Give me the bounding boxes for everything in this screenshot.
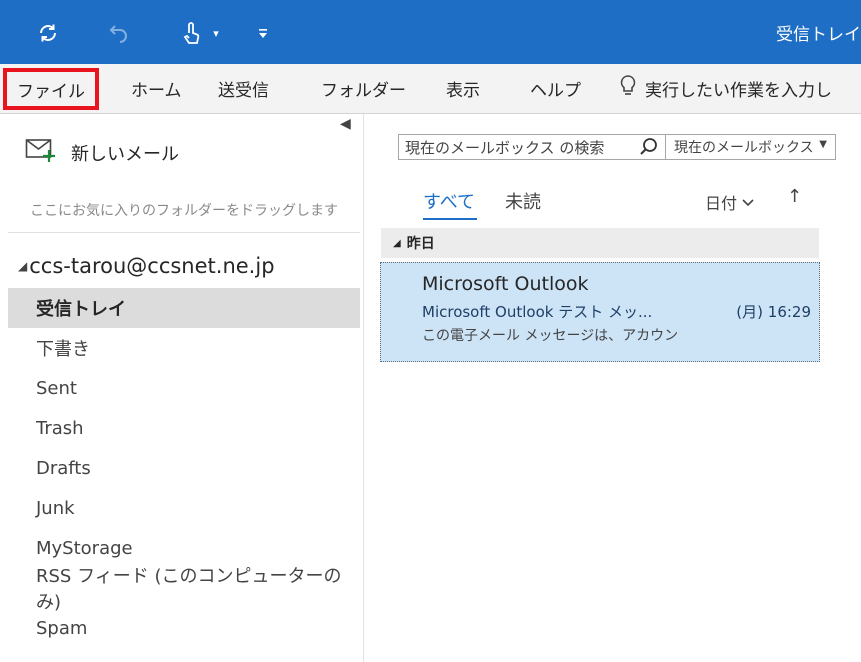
touch-mode-icon[interactable] <box>176 16 206 50</box>
search-icon[interactable] <box>639 137 659 161</box>
tab-unread[interactable]: 未読 <box>505 188 541 214</box>
chevron-down-icon <box>741 193 755 212</box>
group-header-yesterday[interactable]: ◢ 昨日 <box>381 228 819 258</box>
new-mail-icon <box>25 136 57 169</box>
active-tab-indicator <box>423 218 477 220</box>
tab-view[interactable]: 表示 <box>446 76 480 101</box>
dropdown-arrow-icon[interactable]: ▾ <box>208 16 224 50</box>
ribbon-tabs: ファイル ホーム 送受信 フォルダー 表示 ヘルプ 実行したい作業を入力し <box>0 64 861 114</box>
undo-icon[interactable] <box>104 16 134 50</box>
new-mail-button[interactable]: 新しいメール <box>25 136 179 169</box>
message-subject: Microsoft Outlook テスト メッ... <box>422 303 653 321</box>
search-box[interactable]: 現在のメールボックス の検索 <box>398 134 666 160</box>
collapse-triangle-icon: ◢ <box>393 237 401 249</box>
folder-junk[interactable]: Junk <box>8 488 360 528</box>
search-scope-dropdown[interactable]: 現在のメールボックス ▼ <box>666 134 836 160</box>
tell-me-text: 実行したい作業を入力し <box>645 81 832 101</box>
group-label: 昨日 <box>406 236 435 252</box>
scope-label: 現在のメールボックス <box>674 140 814 156</box>
tab-file[interactable]: ファイル <box>3 68 99 110</box>
search-placeholder: 現在のメールボックス の検索 <box>405 138 605 157</box>
message-item[interactable]: Microsoft Outlook Microsoft Outlook テスト … <box>380 262 820 362</box>
message-preview: この電子メール メッセージは、アカウン <box>422 328 679 344</box>
tell-me-box[interactable]: 実行したい作業を入力し <box>619 74 832 103</box>
divider <box>8 232 360 233</box>
sort-by-dropdown[interactable]: 日付 <box>705 190 755 214</box>
sort-label: 日付 <box>705 194 738 213</box>
folder-rss[interactable]: RSS フィード (このコンピューターのみ) <box>8 566 360 613</box>
message-list-pane: 現在のメールボックス の検索 現在のメールボックス ▼ すべて 未読 日付 ↑ … <box>365 114 861 662</box>
new-mail-label: 新しいメール <box>71 143 179 165</box>
message-sender: Microsoft Outlook <box>422 273 589 295</box>
folder-inbox[interactable]: 受信トレイ <box>8 288 360 328</box>
account-name: ccs-tarou@ccsnet.ne.jp <box>29 254 275 278</box>
sync-icon[interactable] <box>30 16 66 50</box>
tab-home[interactable]: ホーム <box>131 76 182 101</box>
account-header[interactable]: ◢ ccs-tarou@ccsnet.ne.jp <box>18 254 275 278</box>
collapse-pane-icon[interactable]: ◀ <box>340 116 351 132</box>
tab-all[interactable]: すべて <box>423 188 475 214</box>
sort-direction-arrow-icon[interactable]: ↑ <box>787 186 802 207</box>
folder-sent[interactable]: Sent <box>8 368 360 408</box>
title-bar: ▾ 受信トレイ <box>0 0 861 64</box>
collapse-triangle-icon[interactable]: ◢ <box>18 259 27 273</box>
tab-folder[interactable]: フォルダー <box>321 76 406 101</box>
window-title: 受信トレイ <box>776 25 861 45</box>
tab-send-receive[interactable]: 送受信 <box>218 76 269 101</box>
folder-drafts[interactable]: Drafts <box>8 448 360 488</box>
folder-drafts-ja[interactable]: 下書き <box>8 328 360 368</box>
lightbulb-icon <box>619 74 637 103</box>
folder-trash[interactable]: Trash <box>8 408 360 448</box>
chevron-down-icon: ▼ <box>819 139 827 150</box>
folder-pane: ◀ 新しいメール ここにお気に入りのフォルダーをドラッグします ◢ ccs-ta… <box>0 114 364 662</box>
favorites-hint: ここにお気に入りのフォルダーをドラッグします <box>30 203 338 219</box>
message-time: (月) 16:29 <box>736 303 811 321</box>
folder-spam[interactable]: Spam <box>8 608 360 648</box>
customize-toolbar-icon[interactable] <box>254 16 272 50</box>
tab-help[interactable]: ヘルプ <box>530 76 581 101</box>
